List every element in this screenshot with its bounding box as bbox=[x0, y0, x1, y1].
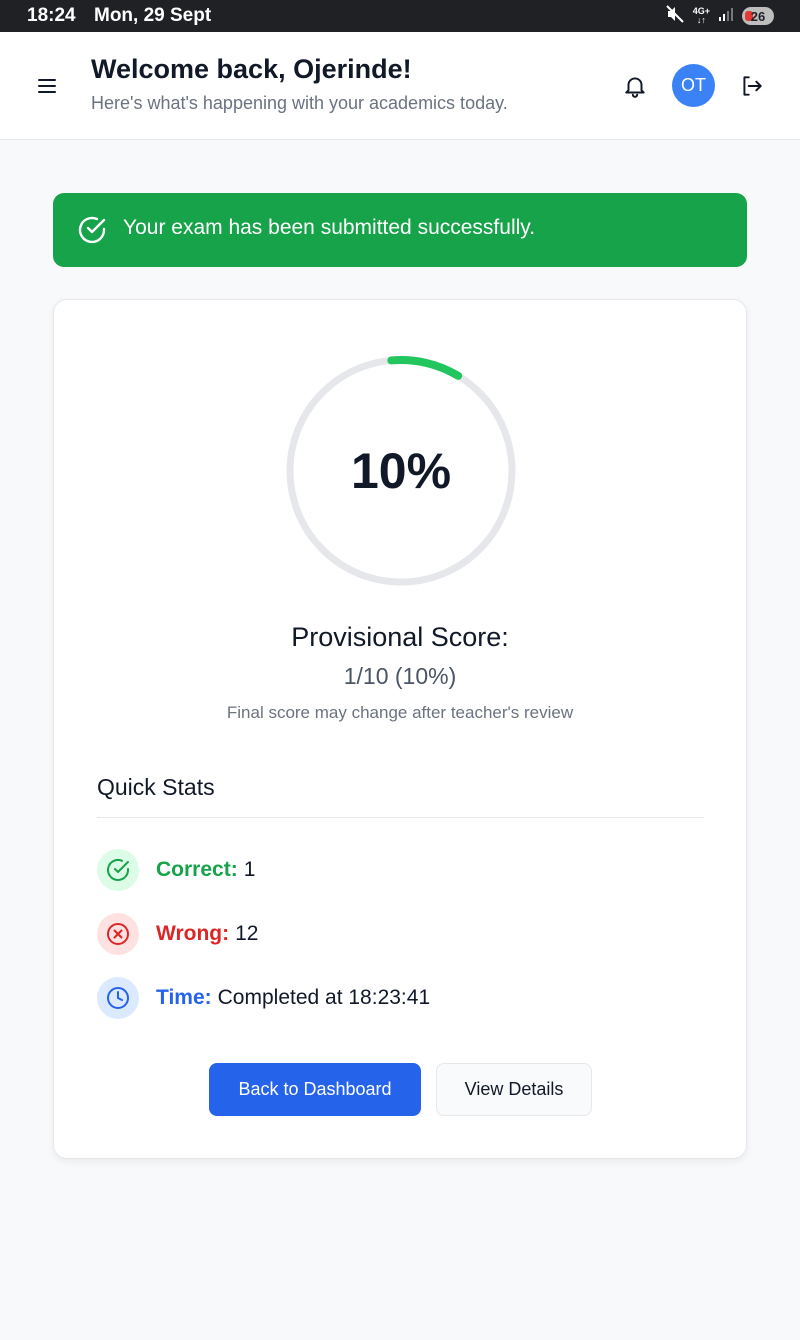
battery-icon: 26 bbox=[742, 7, 774, 25]
stat-correct: Correct: 1 bbox=[97, 849, 255, 891]
result-card: 10% Provisional Score: 1/10 (10%) Final … bbox=[53, 299, 747, 1159]
mute-icon bbox=[665, 4, 685, 29]
score-label: Provisional Score: bbox=[291, 622, 509, 652]
app-header: Welcome back, Ojerinde! Here's what's ha… bbox=[0, 32, 800, 140]
x-circle-icon bbox=[97, 913, 139, 955]
view-details-button[interactable]: View Details bbox=[436, 1063, 592, 1116]
success-alert: Your exam has been submitted successfull… bbox=[53, 193, 747, 267]
status-icons: 4G+ ↓↑ 26 bbox=[665, 4, 774, 29]
score-note: Final score may change after teacher's r… bbox=[226, 703, 574, 722]
network-indicator: 4G+ ↓↑ bbox=[693, 7, 710, 25]
alert-message: Your exam has been submitted successfull… bbox=[123, 216, 536, 239]
menu-icon[interactable] bbox=[36, 75, 58, 97]
stat-wrong-value: 12 bbox=[235, 922, 259, 945]
stat-correct-label: Correct: bbox=[156, 858, 238, 881]
clock-icon bbox=[97, 977, 139, 1019]
logout-icon[interactable] bbox=[739, 73, 765, 99]
stat-correct-value: 1 bbox=[243, 858, 256, 881]
back-to-dashboard-button[interactable]: Back to Dashboard bbox=[209, 1063, 421, 1116]
stat-time-value: Completed at 18:23:41 bbox=[217, 986, 431, 1009]
quick-stats-title: Quick Stats bbox=[97, 774, 215, 800]
status-date: Mon, 29 Sept bbox=[94, 5, 212, 26]
stat-wrong: Wrong: 12 bbox=[97, 913, 258, 955]
score-value: 1/10 (10%) bbox=[343, 663, 457, 689]
check-circle-icon bbox=[76, 214, 108, 246]
stat-time-label: Time: bbox=[156, 986, 212, 1009]
stat-wrong-label: Wrong: bbox=[156, 922, 230, 945]
page-subtitle: Here's what's happening with your academ… bbox=[91, 93, 508, 113]
page-title: Welcome back, Ojerinde! bbox=[91, 54, 412, 84]
check-circle-icon bbox=[97, 849, 139, 891]
signal-icon bbox=[718, 6, 734, 27]
avatar[interactable]: OT bbox=[672, 64, 715, 107]
bell-icon[interactable] bbox=[622, 73, 648, 99]
network-arrows: ↓↑ bbox=[696, 15, 706, 25]
battery-level: 26 bbox=[750, 8, 766, 24]
status-bar: 18:24 Mon, 29 Sept 4G+ ↓↑ 26 bbox=[0, 0, 800, 32]
stat-time: Time: Completed at 18:23:41 bbox=[97, 977, 430, 1019]
score-percent: 10% bbox=[350, 443, 452, 499]
status-time: 18:24 bbox=[27, 5, 76, 26]
divider bbox=[97, 817, 704, 818]
avatar-initials: OT bbox=[681, 75, 706, 95]
